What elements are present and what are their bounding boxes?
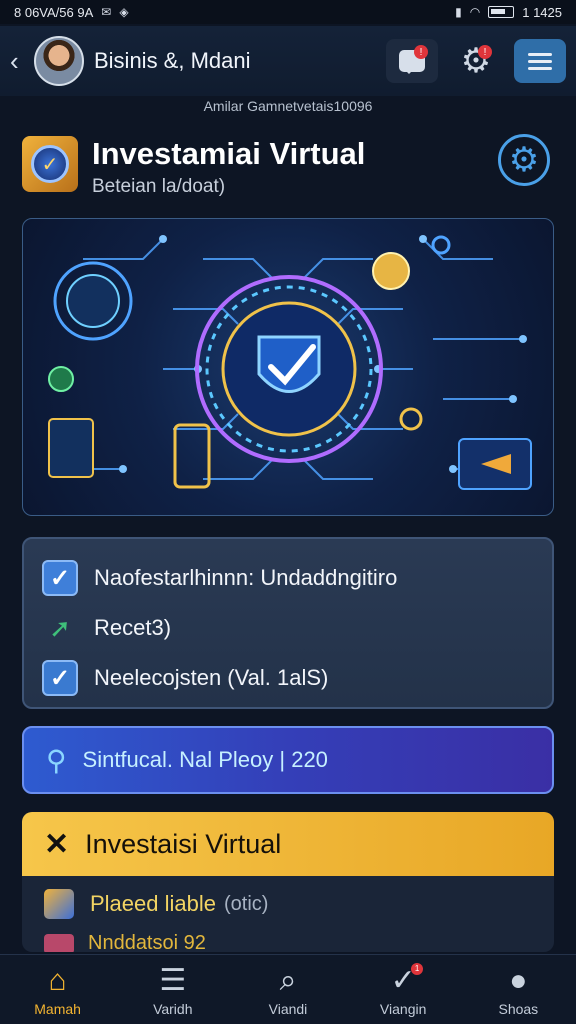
app-icon: ◈ <box>119 5 129 19</box>
item-label: Nnddatsoi 92 <box>88 932 206 952</box>
status-card: ✓ Naofestarlhinnn: Undaddngitiro ➚ Recet… <box>22 537 554 709</box>
app-logo: ✓ <box>22 136 78 192</box>
status-row-label: Neelecojsten (Val. 1alS) <box>94 665 329 690</box>
item-icon <box>44 889 74 919</box>
hamburger-icon <box>528 49 552 74</box>
wifi-icon: ◠ <box>469 5 481 19</box>
check-shield-icon: ✓ <box>31 145 69 183</box>
user-icon: ● <box>509 963 528 997</box>
item-icon <box>44 934 74 952</box>
menu-button[interactable] <box>514 39 566 83</box>
chat-badge: ! <box>414 45 428 59</box>
close-icon[interactable]: ✕ <box>44 827 69 862</box>
subheading: Amilar Gamnetvetais10096 <box>203 98 373 114</box>
chevron-left-icon[interactable]: ‹ <box>10 46 30 77</box>
circuit-illustration <box>48 235 532 490</box>
status-bar: 8 06VA/56 9A ✉ ◈ ▮ ◠ 1 1425 <box>0 0 576 24</box>
item-label: Plaeed liable <box>90 891 216 916</box>
search-bar[interactable]: ⚲ Sintfucal. Nal Pleoy | 220 <box>22 726 554 794</box>
nav-label: Viandi <box>268 1000 308 1017</box>
checkbox-icon[interactable]: ✓ <box>42 660 78 696</box>
list-icon: ☰ <box>159 963 187 997</box>
section-title: Investamiai Virtual <box>92 136 366 171</box>
app-header: ‹ Bisinis &, Mdani ! ⚙ ! <box>0 26 576 96</box>
gear-icon[interactable]: ⚙ <box>498 134 550 186</box>
settings-button[interactable]: ⚙ ! <box>450 39 502 83</box>
arrow-icon: ➚ <box>49 612 71 643</box>
settings-badge: ! <box>478 45 492 59</box>
status-clock-left: 8 06VA/56 9A <box>14 4 94 20</box>
status-time: 1 1425 <box>522 4 562 20</box>
signal-icon: ▮ <box>455 5 462 19</box>
status-left: 8 06VA/56 9A ✉ ◈ <box>14 5 129 20</box>
status-row[interactable]: ✓ Naofestarlhinnn: Undaddngitiro <box>42 553 534 603</box>
section-header: ✓ Investamiai Virtual Beteian la/doat) ⚙ <box>22 132 554 202</box>
avatar[interactable] <box>34 36 84 86</box>
battery-icon <box>488 6 515 18</box>
search-icon: ⚲ <box>46 744 67 776</box>
invest-header[interactable]: ✕ Investaisi Virtual <box>22 812 554 876</box>
status-row[interactable]: ✓ Neelecojsten (Val. 1alS) <box>42 653 534 703</box>
hero-illustration <box>22 218 554 516</box>
invest-panel: ✕ Investaisi Virtual Plaeed liable (otic… <box>22 812 554 952</box>
status-row[interactable]: ➚ Recet3) <box>42 603 534 653</box>
status-right: ▮ ◠ 1 1425 <box>455 5 562 20</box>
bottom-nav: ⌂ Mamah ☰ Varidh ⌕ Viandi ✓ 1 Viangin ● … <box>0 954 576 1024</box>
nav-label: Varidh <box>153 1000 193 1017</box>
nav-search[interactable]: ⌕ Viandi <box>238 963 338 1017</box>
nav-label: Viangin <box>379 1000 427 1017</box>
checkbox-icon[interactable]: ✓ <box>42 560 78 596</box>
nav-label: Shoas <box>498 1000 539 1017</box>
nav-home[interactable]: ⌂ Mamah <box>8 963 108 1017</box>
search-text: Sintfucal. Nal Pleoy | 220 <box>82 747 328 772</box>
notification-icon: ✉ <box>101 5 112 19</box>
chat-button[interactable]: ! <box>386 39 438 83</box>
invest-title: Investaisi Virtual <box>85 828 282 859</box>
header-title: Bisinis &, Mdani <box>94 48 251 73</box>
section-subtitle: Beteian la/doat) <box>92 176 226 197</box>
home-icon: ⌂ <box>48 963 67 997</box>
nav-tasks[interactable]: ✓ 1 Viangin <box>353 962 453 1017</box>
status-row-label: Naofestarlhinnn: Undaddngitiro <box>94 565 398 590</box>
status-row-label: Recet3) <box>94 615 172 640</box>
list-item[interactable]: Plaeed liable (otic) <box>22 876 554 932</box>
nav-badge: 1 <box>411 962 424 975</box>
search-icon: ⌕ <box>279 963 297 997</box>
item-sublabel: (otic) <box>223 892 269 915</box>
nav-profile[interactable]: ● Shoas <box>468 963 568 1017</box>
nav-label: Mamah <box>34 1000 81 1017</box>
nav-variants[interactable]: ☰ Varidh <box>123 963 223 1017</box>
